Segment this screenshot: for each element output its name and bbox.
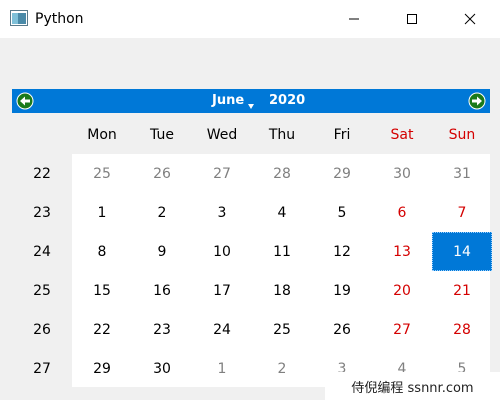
day-cell[interactable]: 2 [132,193,192,232]
day-cell[interactable]: 10 [192,232,252,271]
next-month-button[interactable] [468,92,486,110]
day-cell[interactable]: 23 [132,310,192,349]
day-cell[interactable]: 1 [72,193,132,232]
day-cell[interactable]: 18 [252,271,312,310]
week-number: 24 [33,243,51,260]
day-cell[interactable]: 24 [192,310,252,349]
week-number: 25 [33,282,51,299]
day-cell[interactable]: 16 [132,271,192,310]
week-number: 27 [33,360,51,377]
maximize-icon [407,14,417,24]
day-cell[interactable]: 2 [252,349,312,388]
calendar-navigation-bar: June 2020 [12,89,490,113]
day-cell[interactable]: 8 [72,232,132,271]
day-cell[interactable]: 13 [372,232,432,271]
previous-month-button[interactable] [16,92,34,110]
day-cell[interactable]: 26 [132,154,192,193]
app-window: Python June 2020 Mon Tue Wed Thu Fri Sat… [0,0,500,400]
maximize-button[interactable] [389,0,435,38]
day-cell[interactable]: 5 [312,193,372,232]
weekday-header-mon: Mon [87,126,117,143]
week-number: 23 [33,204,51,221]
day-cell[interactable]: 19 [312,271,372,310]
month-selector-button[interactable]: June [212,89,255,113]
minimize-icon [349,18,359,20]
day-cell[interactable]: 6 [372,193,432,232]
day-cell[interactable]: 9 [132,232,192,271]
weekday-header-tue: Tue [150,126,174,143]
day-cell[interactable]: 17 [192,271,252,310]
day-cell[interactable]: 12 [312,232,372,271]
day-cell[interactable]: 31 [432,154,492,193]
arrow-left-icon [16,92,34,110]
day-cell[interactable]: 1 [192,349,252,388]
day-cell[interactable]: 4 [252,193,312,232]
day-cell[interactable]: 21 [432,271,492,310]
title-bar[interactable]: Python [0,0,500,38]
window-title: Python [35,11,84,27]
close-button[interactable] [447,0,493,38]
year-selector[interactable]: 2020 [269,89,305,113]
day-cell[interactable]: 27 [192,154,252,193]
week-number: 26 [33,321,51,338]
weekday-header-sat: Sat [390,126,414,143]
day-cell[interactable]: 15 [72,271,132,310]
day-cell[interactable]: 26 [312,310,372,349]
day-cell[interactable]: 25 [252,310,312,349]
day-cell[interactable]: 27 [372,310,432,349]
day-cell[interactable]: 30 [372,154,432,193]
weekday-header-fri: Fri [333,126,351,143]
day-cell[interactable]: 28 [252,154,312,193]
day-cell[interactable]: 29 [312,154,372,193]
python-app-icon [10,10,28,26]
calendar-grid: Mon Tue Wed Thu Fri Sat Sun 22 25 26 27 28 29 30 31 23 1… [12,115,492,388]
day-cell[interactable]: 7 [432,193,492,232]
watermark: 侍倪编程 ssnnr.com [325,372,500,400]
day-cell[interactable]: 28 [432,310,492,349]
day-cell[interactable]: 22 [72,310,132,349]
arrow-right-icon [468,92,486,110]
day-cell[interactable]: 3 [192,193,252,232]
day-cell[interactable]: 30 [132,349,192,388]
day-cell[interactable]: 25 [72,154,132,193]
day-cell[interactable]: 29 [72,349,132,388]
weekday-header-sun: Sun [448,126,476,143]
day-cell[interactable]: 11 [252,232,312,271]
weekday-header-thu: Thu [268,126,296,143]
dropdown-arrow-icon [248,104,255,109]
day-cell[interactable]: 20 [372,271,432,310]
close-icon [464,13,476,25]
week-number: 22 [33,165,51,182]
month-label: June [212,93,245,108]
minimize-button[interactable] [331,0,377,38]
selected-day-cell[interactable]: 14 [432,232,492,271]
weekday-header-wed: Wed [206,126,238,143]
